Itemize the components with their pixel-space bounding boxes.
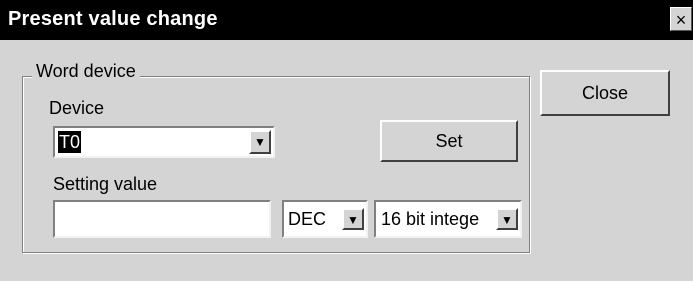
- data-type-dropdown-arrow-icon[interactable]: ▼: [496, 208, 518, 230]
- format-select[interactable]: DEC ▼: [282, 200, 368, 238]
- present-value-change-dialog: Present value change × Word device Devic…: [0, 0, 693, 282]
- setting-value-input[interactable]: [53, 200, 271, 238]
- device-dropdown-arrow-icon[interactable]: ▼: [249, 130, 271, 154]
- close-button[interactable]: Close: [540, 70, 670, 116]
- setting-value-label: Setting value: [53, 174, 158, 194]
- title-bar: Present value change ×: [0, 0, 693, 40]
- device-combobox[interactable]: T0 ▼: [53, 126, 275, 158]
- device-value: T0: [58, 131, 82, 153]
- set-button[interactable]: Set: [380, 120, 518, 162]
- data-type-select[interactable]: 16 bit intege ▼: [374, 200, 522, 238]
- word-device-group-label: Word device: [32, 61, 140, 82]
- close-icon[interactable]: ×: [670, 7, 692, 31]
- data-type-value: 16 bit intege: [381, 209, 480, 229]
- format-dropdown-arrow-icon[interactable]: ▼: [342, 208, 364, 230]
- device-label: Device: [49, 98, 105, 118]
- format-value: DEC: [288, 209, 327, 229]
- dialog-title: Present value change: [8, 8, 218, 30]
